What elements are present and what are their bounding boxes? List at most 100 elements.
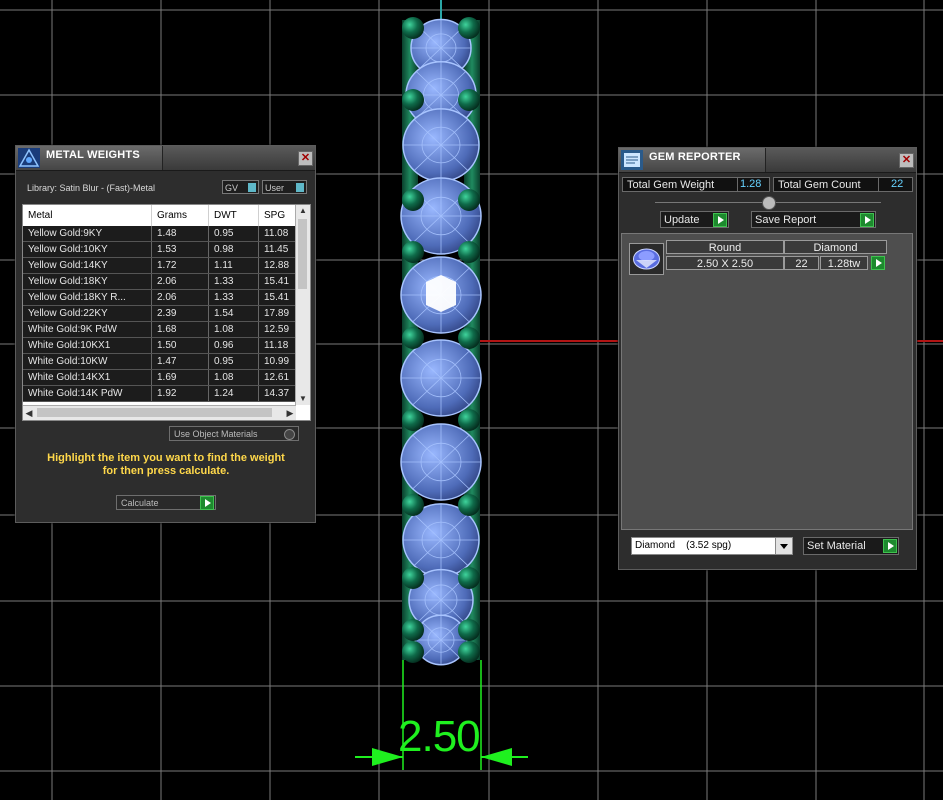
radio-icon — [284, 429, 295, 440]
gem-reporter-app-icon — [621, 150, 643, 170]
table-cell: 1.48 — [151, 226, 209, 242]
metal-weights-table: Metal Grams DWT SPG Yellow Gold:9KY 1.48 0… — [22, 204, 311, 421]
calculate-button[interactable]: Calculate — [116, 495, 216, 510]
table-cell: 1.24 — [208, 385, 259, 402]
table-row[interactable]: White Gold:9K PdW 1.68 1.08 12.59 — [23, 321, 305, 338]
table-row[interactable]: White Gold:14KX1 1.69 1.08 12.61 — [23, 369, 305, 386]
dimension-label: 2.50 — [398, 712, 481, 761]
vertical-scroll-thumb[interactable] — [298, 219, 307, 289]
table-cell: 0.95 — [208, 353, 259, 370]
table-cell: 1.54 — [208, 305, 259, 322]
gv-toggle-label: GV — [225, 183, 239, 193]
table-cell: White Gold:10KW — [23, 353, 152, 370]
prong-ball — [458, 567, 480, 589]
gem-material: Diamond — [784, 240, 887, 254]
table-cell: Yellow Gold:18KY R... — [23, 289, 152, 306]
col-header-metal[interactable]: Metal — [23, 205, 152, 226]
set-material-button[interactable]: Set Material — [803, 537, 899, 555]
prong-ball — [402, 89, 424, 111]
gv-toggle[interactable]: GV — [222, 180, 259, 194]
table-cell: 1.72 — [151, 257, 209, 274]
table-row[interactable]: White Gold:10KX1 1.50 0.96 11.18 — [23, 337, 305, 354]
gem-table-highlight — [426, 275, 456, 312]
gem-facets — [401, 424, 481, 500]
collapse-handle-icon[interactable] — [762, 196, 776, 210]
col-header-dwt[interactable]: DWT — [208, 205, 259, 226]
prong-ball — [402, 241, 424, 263]
table-horizontal-scrollbar[interactable]: ◀ ▶ — [23, 405, 296, 420]
table-cell: Yellow Gold:10KY — [23, 241, 152, 258]
update-button[interactable]: Update — [660, 211, 729, 228]
prong-ball — [458, 89, 480, 111]
metal-weights-titlebar[interactable]: METAL WEIGHTS ✕ — [16, 146, 315, 171]
table-vertical-scrollbar[interactable]: ▲ ▼ — [295, 205, 310, 405]
eternity-band-model[interactable] — [400, 17, 482, 666]
table-row[interactable]: Yellow Gold:22KY 2.39 1.54 17.89 — [23, 305, 305, 322]
table-cell: 1.53 — [151, 241, 209, 258]
gem-reporter-titlebar[interactable]: GEM REPORTER ✕ — [619, 148, 916, 173]
total-gem-weight-value: 1.28 — [737, 177, 763, 192]
table-cell: Yellow Gold:9KY — [23, 226, 152, 242]
prong-ball — [458, 17, 480, 39]
metal-weights-app-icon — [18, 148, 40, 168]
calculate-label: Calculate — [121, 498, 159, 508]
play-arrow-icon — [200, 496, 214, 510]
prong-ball — [402, 494, 424, 516]
table-row[interactable]: Yellow Gold:9KY 1.48 0.95 11.08 — [23, 226, 305, 242]
round-gem-icon — [633, 248, 660, 270]
prong-ball — [402, 327, 424, 349]
library-label: Library: Satin Blur - (Fast)-Metal — [27, 183, 156, 193]
save-report-label: Save Report — [755, 214, 817, 226]
table-cell: White Gold:14KX1 — [23, 369, 152, 386]
prong-ball — [402, 189, 424, 211]
table-row[interactable]: Yellow Gold:14KY 1.72 1.11 12.88 — [23, 257, 305, 274]
metal-weights-close-icon[interactable]: ✕ — [298, 151, 313, 166]
total-gem-count-value: 22 — [878, 177, 911, 192]
save-report-button[interactable]: Save Report — [751, 211, 876, 228]
table-cell: 1.50 — [151, 337, 209, 354]
use-object-materials-toggle[interactable]: Use Object Materials — [169, 426, 299, 441]
metal-weights-title: METAL WEIGHTS — [46, 149, 140, 161]
gem-thumbnail[interactable] — [629, 243, 664, 275]
table-cell: 1.69 — [151, 369, 209, 386]
prong-ball — [402, 567, 424, 589]
table-cell: Yellow Gold:18KY — [23, 273, 152, 290]
table-cell: 1.92 — [151, 385, 209, 402]
table-cell: 0.96 — [208, 337, 259, 354]
prong-ball — [458, 241, 480, 263]
table-cell: 1.11 — [208, 257, 259, 274]
table-cell: Yellow Gold:14KY — [23, 257, 152, 274]
total-gem-weight: Total Gem Weight 1.28 — [622, 177, 770, 192]
gem-shape: Round — [666, 240, 784, 254]
material-select[interactable]: Diamond (3.52 spg) — [631, 537, 793, 555]
table-row[interactable]: Yellow Gold:18KY 2.06 1.33 15.41 — [23, 273, 305, 290]
instruction-text: Highlight the item you want to find the … — [26, 452, 306, 478]
table-cell: 2.06 — [151, 273, 209, 290]
prong-ball — [458, 327, 480, 349]
user-toggle[interactable]: User — [262, 180, 307, 194]
table-cell: 1.08 — [208, 369, 259, 386]
prong-ball — [458, 619, 480, 641]
gem-facets — [401, 340, 481, 416]
gem-reporter-panel: GEM REPORTER ✕ Total Gem Weight 1.28 Tot… — [618, 147, 917, 570]
gem-reporter-close-icon[interactable]: ✕ — [899, 153, 914, 168]
horizontal-scroll-thumb[interactable] — [37, 408, 272, 417]
set-material-arrow-icon — [883, 539, 897, 553]
table-cell: 1.33 — [208, 273, 259, 290]
prong-ball — [458, 409, 480, 431]
table-cell: 2.39 — [151, 305, 209, 322]
table-row[interactable]: White Gold:14K PdW 1.92 1.24 14.37 — [23, 385, 305, 402]
prong-ball — [402, 17, 424, 39]
gem-select-arrow-icon[interactable] — [871, 256, 885, 270]
table-cell: White Gold:9K PdW — [23, 321, 152, 338]
table-cell: 1.08 — [208, 321, 259, 338]
gem-size: 2.50 X 2.50 — [666, 256, 784, 270]
instruction-line-2: for then press calculate. — [102, 465, 230, 477]
table-row[interactable]: White Gold:10KW 1.47 0.95 10.99 — [23, 353, 305, 370]
table-row[interactable]: Yellow Gold:10KY 1.53 0.98 11.45 — [23, 241, 305, 258]
gem-weight: 1.28tw — [820, 256, 868, 270]
col-header-grams[interactable]: Grams — [151, 205, 209, 226]
table-row[interactable]: Yellow Gold:18KY R... 2.06 1.33 15.41 — [23, 289, 305, 306]
gem-count: 22 — [784, 256, 819, 270]
table-cell: White Gold:10KX1 — [23, 337, 152, 354]
